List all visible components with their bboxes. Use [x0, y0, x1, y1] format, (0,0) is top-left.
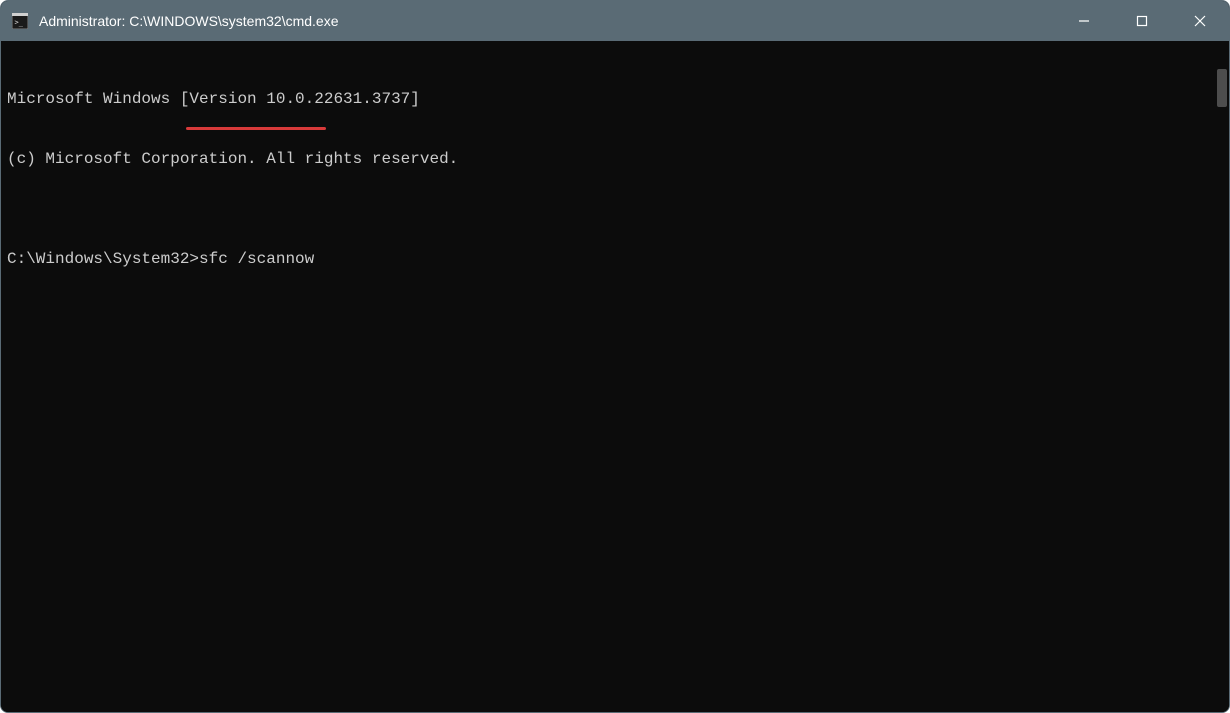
terminal-line: (c) Microsoft Corporation. All rights re…: [7, 149, 1207, 169]
maximize-button[interactable]: [1113, 1, 1171, 41]
close-icon: [1194, 15, 1206, 27]
minimize-button[interactable]: [1055, 1, 1113, 41]
svg-text:>_: >_: [15, 19, 24, 27]
cmd-icon: >_: [11, 12, 29, 30]
vertical-scrollbar[interactable]: [1213, 41, 1229, 712]
close-button[interactable]: [1171, 1, 1229, 41]
window-title: Administrator: C:\WINDOWS\system32\cmd.e…: [39, 13, 339, 29]
titlebar[interactable]: >_ Administrator: C:\WINDOWS\system32\cm…: [1, 1, 1229, 41]
terminal-command: sfc /scannow: [199, 250, 314, 268]
scrollbar-thumb[interactable]: [1217, 69, 1227, 107]
cmd-window: >_ Administrator: C:\WINDOWS\system32\cm…: [0, 0, 1230, 713]
command-highlight-underline: [186, 127, 326, 130]
terminal-prompt-line: C:\Windows\System32>sfc /scannow: [7, 249, 1207, 269]
terminal-line: Microsoft Windows [Version 10.0.22631.37…: [7, 89, 1207, 109]
maximize-icon: [1136, 15, 1148, 27]
minimize-icon: [1078, 15, 1090, 27]
terminal-prompt: C:\Windows\System32>: [7, 250, 199, 268]
terminal-area: Microsoft Windows [Version 10.0.22631.37…: [1, 41, 1229, 712]
terminal-output[interactable]: Microsoft Windows [Version 10.0.22631.37…: [1, 41, 1213, 712]
titlebar-controls: [1055, 1, 1229, 41]
